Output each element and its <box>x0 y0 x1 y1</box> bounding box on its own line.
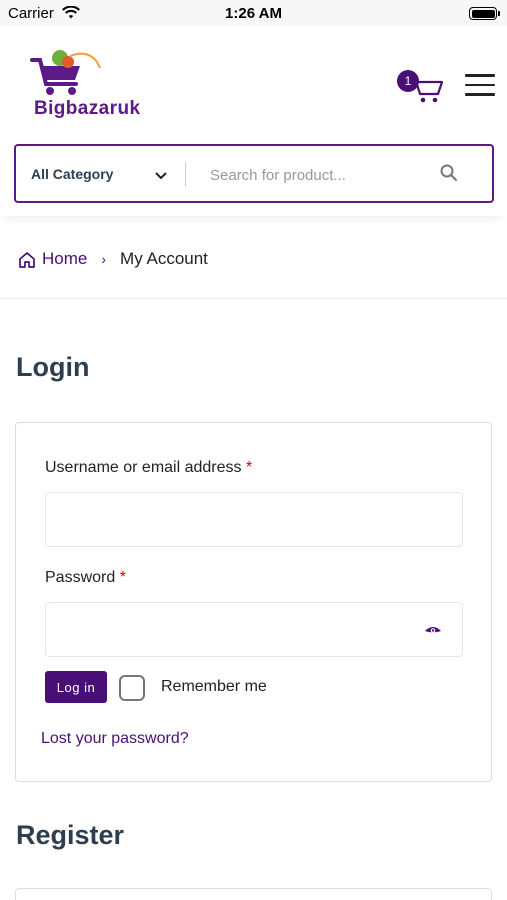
register-heading: Register <box>16 820 125 850</box>
category-select[interactable]: All Category <box>31 166 113 182</box>
breadcrumb-current: My Account <box>120 249 208 268</box>
login-heading: Login <box>16 352 90 382</box>
chevron-down-icon[interactable] <box>154 168 168 186</box>
search-bar: All Category <box>14 144 494 203</box>
username-field[interactable] <box>45 492 463 547</box>
search-input[interactable] <box>210 160 430 190</box>
site-header: Bigbazaruk 1 All Category <box>0 26 507 216</box>
breadcrumb: Home › My Account <box>18 248 208 270</box>
cart-count-badge[interactable]: 1 <box>397 70 419 92</box>
battery-icon <box>469 7 500 20</box>
brand-name: Bigbazaruk <box>34 98 141 119</box>
breadcrumb-home[interactable]: Home <box>18 249 87 269</box>
remember-me-checkbox[interactable] <box>119 675 145 701</box>
login-form: Username or email address * Password * L… <box>15 422 492 782</box>
password-label: Password * <box>45 569 126 587</box>
required-mark: * <box>119 569 126 586</box>
password-label-text: Password <box>45 569 116 586</box>
login-button[interactable]: Log in <box>45 671 107 703</box>
eye-icon[interactable] <box>424 624 442 642</box>
breadcrumb-divider <box>0 298 507 299</box>
breadcrumb-separator: › <box>101 251 107 267</box>
lost-password-link[interactable]: Lost your password? <box>41 730 189 748</box>
password-input[interactable] <box>46 603 462 656</box>
search-divider <box>185 162 186 186</box>
menu-icon[interactable] <box>465 74 495 96</box>
remember-me-label[interactable]: Remember me <box>161 678 267 696</box>
username-label: Username or email address * <box>45 459 252 477</box>
clock: 1:26 AM <box>225 5 282 22</box>
search-icon[interactable] <box>439 163 459 188</box>
status-bar: Carrier 1:26 AM <box>0 0 507 26</box>
register-form <box>15 888 492 900</box>
required-mark: * <box>245 459 253 476</box>
home-icon <box>19 251 35 268</box>
username-input[interactable] <box>46 493 462 546</box>
username-label-text: Username or email address <box>45 459 242 476</box>
password-field[interactable] <box>45 602 463 657</box>
breadcrumb-home-label: Home <box>42 249 88 268</box>
